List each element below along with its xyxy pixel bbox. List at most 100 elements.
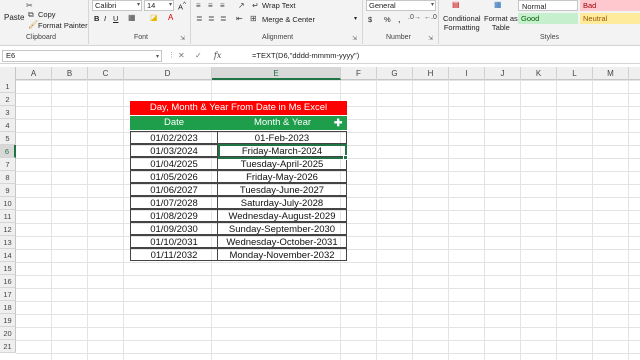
date-cell[interactable]: 01/08/2029 bbox=[130, 209, 218, 222]
row-header-17[interactable]: 17 bbox=[0, 288, 16, 301]
align-middle-icon[interactable]: ≡ bbox=[208, 1, 213, 10]
style-good[interactable]: Good bbox=[518, 13, 578, 24]
column-header-g[interactable]: G bbox=[377, 67, 413, 80]
font-name-select[interactable]: Calibri ▾ bbox=[92, 0, 142, 11]
month-year-cell[interactable]: Sunday-September-2030 bbox=[217, 222, 347, 235]
number-launcher-icon[interactable]: ⇲ bbox=[428, 35, 433, 42]
format-painter-button[interactable]: Format Painter bbox=[38, 21, 88, 30]
table-title[interactable]: Day, Month & Year From Date in Ms Excel bbox=[130, 101, 347, 115]
column-header-b[interactable]: B bbox=[52, 67, 88, 80]
date-cell[interactable]: 01/07/2028 bbox=[130, 196, 218, 209]
row-header-19[interactable]: 19 bbox=[0, 314, 16, 327]
row-header-5[interactable]: 5 bbox=[0, 132, 16, 145]
column-header-c[interactable]: C bbox=[88, 67, 124, 80]
row-header-4[interactable]: 4 bbox=[0, 119, 16, 132]
month-year-cell[interactable]: Friday-May-2026 bbox=[217, 170, 347, 183]
row-header-20[interactable]: 20 bbox=[0, 327, 16, 340]
column-header-f[interactable]: F bbox=[341, 67, 377, 80]
formula-input[interactable]: =TEXT(D6,"dddd-mmmm-yyyy") bbox=[250, 50, 638, 62]
date-cell[interactable]: 01/10/2031 bbox=[130, 235, 218, 248]
row-header-15[interactable]: 15 bbox=[0, 262, 16, 275]
month-year-cell[interactable]: Monday-November-2032 bbox=[217, 248, 347, 261]
format-painter-icon[interactable]: 🖌 bbox=[28, 20, 38, 29]
copy-button[interactable]: Copy bbox=[38, 10, 56, 19]
column-header-k[interactable]: K bbox=[521, 67, 557, 80]
enter-icon[interactable]: ✓ bbox=[195, 51, 202, 60]
row-header-13[interactable]: 13 bbox=[0, 236, 16, 249]
row-header-2[interactable]: 2 bbox=[0, 93, 16, 106]
percent-button[interactable]: % bbox=[384, 15, 391, 24]
conditional-formatting-icon[interactable]: ▤ bbox=[452, 0, 460, 9]
merge-center-icon[interactable]: ⊞ bbox=[250, 14, 257, 23]
wrap-text-button[interactable]: Wrap Text bbox=[262, 1, 296, 10]
row-header-14[interactable]: 14 bbox=[0, 249, 16, 262]
copy-icon[interactable]: ⧉ bbox=[28, 10, 34, 20]
row-header-12[interactable]: 12 bbox=[0, 223, 16, 236]
increase-decimal-icon[interactable]: .0→ bbox=[408, 14, 421, 21]
date-cell[interactable]: 01/09/2030 bbox=[130, 222, 218, 235]
align-right-icon[interactable]: ≣ bbox=[220, 14, 227, 23]
number-format-select[interactable]: General ▾ bbox=[366, 0, 436, 11]
align-top-icon[interactable]: ≡ bbox=[196, 1, 201, 10]
header-month-year[interactable]: Month & Year bbox=[218, 116, 347, 130]
row-header-18[interactable]: 18 bbox=[0, 301, 16, 314]
month-year-cell[interactable]: 01-Feb-2023 bbox=[217, 131, 347, 144]
conditional-formatting-button[interactable]: Conditional Formatting bbox=[443, 14, 481, 32]
fill-color-icon[interactable]: ◪ bbox=[150, 13, 158, 22]
wrap-text-icon[interactable]: ↵ bbox=[252, 1, 259, 10]
date-cell[interactable]: 01/05/2026 bbox=[130, 170, 218, 183]
paste-button[interactable]: Paste bbox=[4, 13, 24, 22]
selected-cell[interactable] bbox=[218, 144, 347, 159]
month-year-cell[interactable]: Tuesday-June-2027 bbox=[217, 183, 347, 196]
italic-button[interactable]: I bbox=[104, 14, 106, 23]
month-year-cell[interactable]: Saturday-July-2028 bbox=[217, 196, 347, 209]
row-header-1[interactable]: 1 bbox=[0, 80, 16, 93]
font-launcher-icon[interactable]: ⇲ bbox=[180, 35, 185, 42]
header-date[interactable]: Date bbox=[130, 116, 218, 130]
align-left-icon[interactable]: ≣ bbox=[196, 14, 203, 23]
underline-button[interactable]: U bbox=[113, 14, 118, 23]
cut-icon[interactable]: ✂ bbox=[26, 1, 33, 10]
row-header-11[interactable]: 11 bbox=[0, 210, 16, 223]
row-header-10[interactable]: 10 bbox=[0, 197, 16, 210]
currency-button[interactable]: $ bbox=[368, 15, 372, 24]
column-header-e[interactable]: E bbox=[212, 67, 341, 80]
date-cell[interactable]: 01/02/2023 bbox=[130, 131, 218, 144]
select-all-corner[interactable] bbox=[0, 67, 16, 80]
decrease-indent-icon[interactable]: ⇤ bbox=[236, 14, 243, 23]
fill-handle[interactable] bbox=[343, 155, 348, 160]
row-header-6[interactable]: 6 bbox=[0, 145, 16, 158]
borders-icon[interactable]: ▦ bbox=[128, 13, 136, 22]
row-header-21[interactable]: 21 bbox=[0, 340, 16, 353]
style-normal[interactable]: Normal bbox=[518, 0, 578, 11]
row-header-9[interactable]: 9 bbox=[0, 184, 16, 197]
fx-icon[interactable]: fx bbox=[214, 51, 221, 60]
column-header-l[interactable]: L bbox=[557, 67, 593, 80]
column-header-i[interactable]: I bbox=[449, 67, 485, 80]
month-year-cell[interactable]: Wednesday-August-2029 bbox=[217, 209, 347, 222]
alignment-launcher-icon[interactable]: ⇲ bbox=[352, 35, 357, 42]
date-cell[interactable]: 01/04/2025 bbox=[130, 157, 218, 170]
comma-button[interactable]: , bbox=[398, 14, 401, 24]
cancel-icon[interactable]: ✕ bbox=[178, 51, 185, 60]
merge-center-button[interactable]: Merge & Center bbox=[262, 15, 315, 24]
name-box[interactable]: E6 ▾ bbox=[2, 50, 162, 62]
date-cell[interactable]: 01/06/2027 bbox=[130, 183, 218, 196]
font-color-icon[interactable]: A bbox=[168, 13, 173, 22]
row-header-8[interactable]: 8 bbox=[0, 171, 16, 184]
font-size-select[interactable]: 14 ▾ bbox=[144, 0, 174, 11]
align-center-icon[interactable]: ≣ bbox=[208, 14, 215, 23]
style-bad[interactable]: Bad bbox=[580, 0, 640, 11]
month-year-cell[interactable]: Wednesday-October-2031 bbox=[217, 235, 347, 248]
column-header-d[interactable]: D bbox=[124, 67, 212, 80]
date-cell[interactable]: 01/03/2024 bbox=[130, 144, 218, 157]
date-cell[interactable]: 01/11/2032 bbox=[130, 248, 218, 261]
row-header-3[interactable]: 3 bbox=[0, 106, 16, 119]
format-as-table-icon[interactable]: ▦ bbox=[494, 0, 502, 9]
column-header-j[interactable]: J bbox=[485, 67, 521, 80]
column-header-h[interactable]: H bbox=[413, 67, 449, 80]
bold-button[interactable]: B bbox=[94, 14, 99, 23]
column-header-a[interactable]: A bbox=[16, 67, 52, 80]
style-neutral[interactable]: Neutral bbox=[580, 13, 640, 24]
row-header-16[interactable]: 16 bbox=[0, 275, 16, 288]
